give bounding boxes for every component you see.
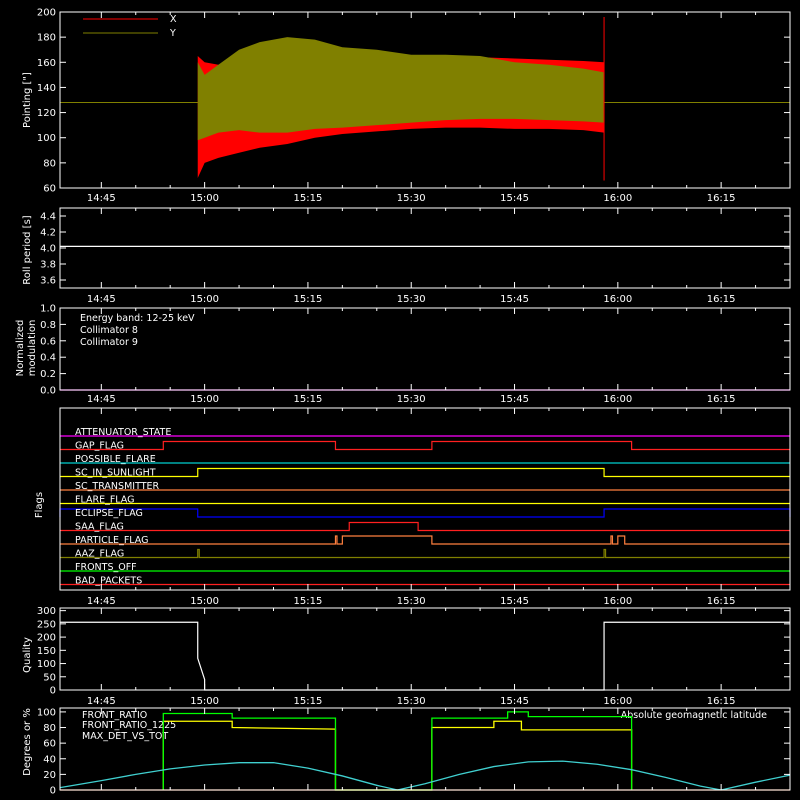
quality-ytick-label: 50 [43,672,56,683]
quality-xtick-label: 16:15 [707,696,736,707]
legend-max-det-vs-tot: MAX_DET_VS_TOT [82,731,168,742]
legend-y-label: Y [169,28,176,39]
flags-xtick-label: 16:00 [603,596,632,607]
pointing-ytick-label: 160 [37,58,56,69]
roll-ytick-label: 3.6 [40,276,56,287]
quality-xtick-label: 14:45 [87,696,116,707]
pointing-xtick-label: 15:00 [190,193,219,204]
modulation-ytick-label: 0.0 [40,386,56,397]
roll-xtick-label: 15:45 [500,294,529,305]
roll-xtick-label: 14:45 [87,294,116,305]
modulation-ytick-label: 0.6 [40,336,56,347]
quality-ytick-label: 0 [50,686,56,697]
collimator-8-annotation: Collimator 8 [80,325,138,336]
flag-label: POSSIBLE_FLARE [75,454,156,465]
modulation-ylabel-line2: modulation [27,320,38,377]
roll-ytick-label: 3.8 [40,260,56,271]
pointing-ytick-label: 80 [43,158,56,169]
ratios-ytick-label: 20 [43,770,56,781]
flag-label: BAD_PACKETS [75,576,142,587]
pointing-xtick-label: 15:45 [500,193,529,204]
pointing-ylabel: Pointing ["] [22,72,33,128]
roll-xtick-label: 16:00 [603,294,632,305]
flag-label: FRONTS_OFF [75,562,137,573]
modulation-xtick-label: 14:45 [87,394,116,405]
flags-xtick-label: 15:30 [397,596,426,607]
quality-panel: Quality [22,637,33,673]
roll-ytick-label: 4.4 [40,212,56,223]
flag-label: ECLIPSE_FLAG [75,508,143,519]
pointing-ytick-label: 180 [37,33,56,44]
pointing-xtick-label: 16:00 [603,193,632,204]
quality-xtick-label: 15:30 [397,696,426,707]
quality-xtick-label: 15:00 [190,696,219,707]
roll-xtick-label: 15:00 [190,294,219,305]
flags-panel: Flags [34,492,45,518]
ratios-ytick-label: 40 [43,754,56,765]
flag-label: SAA_FLAG [75,522,124,533]
roll-xtick-label: 15:15 [294,294,323,305]
pointing-ytick-label: 140 [37,83,56,94]
flags-xtick-label: 15:45 [500,596,529,607]
flags-xtick-label: 15:00 [190,596,219,607]
flag-label: ATTENUATOR_STATE [75,427,171,438]
pointing-xtick-label: 14:45 [87,193,116,204]
flags-ylabel: Flags [34,492,45,518]
flags-xtick-label: 15:15 [294,596,323,607]
quality-xtick-label: 15:45 [500,696,529,707]
pointing-ytick-label: 60 [43,184,56,195]
modulation-ytick-label: 1.0 [40,304,56,315]
quality-xtick-label: 15:15 [294,696,323,707]
flag-label: SC_IN_SUNLIGHT [75,468,156,479]
roll-ytick-label: 4.0 [40,244,56,255]
collimator-9-annotation: Collimator 9 [80,337,138,348]
flag-label: AAZ_FLAG [75,549,124,560]
modulation-xtick-label: 16:15 [707,394,736,405]
flag-label: SC_TRANSMITTER [75,481,160,492]
flag-label: PARTICLE_FLAG [75,535,148,546]
flags-xtick-label: 14:45 [87,596,116,607]
modulation-ytick-label: 0.2 [40,369,56,380]
roll-xtick-label: 15:30 [397,294,426,305]
ratios-ytick-label: 60 [43,739,56,750]
telemetry-plot: Pointing ["] X Y Roll period [s] Normali… [0,0,800,800]
roll-ylabel: Roll period [s] [22,215,33,284]
quality-ytick-label: 250 [37,619,56,630]
quality-ytick-label: 300 [37,606,56,617]
modulation-xtick-label: 15:00 [190,394,219,405]
quality-ylabel: Quality [22,637,33,673]
flags-xtick-label: 16:15 [707,596,736,607]
pointing-ytick-label: 100 [37,133,56,144]
flag-label: GAP_FLAG [75,441,124,452]
roll-ytick-label: 4.2 [40,228,56,239]
quality-ytick-label: 100 [37,659,56,670]
modulation-ylabel-line1: Normalized [15,320,26,377]
pointing-xtick-label: 16:15 [707,193,736,204]
quality-xtick-label: 16:00 [603,696,632,707]
modulation-xtick-label: 15:45 [500,394,529,405]
ratios-ylabel: Degrees or % [22,708,33,776]
pointing-xtick-label: 15:30 [397,193,426,204]
pointing-ytick-label: 120 [37,108,56,119]
modulation-ytick-label: 0.4 [40,353,56,364]
quality-ytick-label: 200 [37,633,56,644]
ratios-ytick-label: 80 [43,723,56,734]
modulation-ytick-label: 0.8 [40,320,56,331]
pointing-ytick-label: 200 [37,8,56,19]
legend-geomag-latitude: Absolute geomagnetic latitude [621,710,767,721]
roll-panel: Roll period [s] [22,215,33,284]
pointing-xtick-label: 15:15 [294,193,323,204]
ratios-ytick-label: 100 [37,707,56,718]
modulation-xtick-label: 15:30 [397,394,426,405]
modulation-xtick-label: 15:15 [294,394,323,405]
flag-label: FLARE_FLAG [75,495,135,506]
modulation-xtick-label: 16:00 [603,394,632,405]
roll-xtick-label: 16:15 [707,294,736,305]
quality-ytick-label: 150 [37,646,56,657]
ratios-ytick-label: 0 [50,786,56,797]
energy-band-annotation: Energy band: 12-25 keV [80,313,195,324]
legend-x-label: X [170,14,177,25]
legend-front-ratio-1225: FRONT_RATIO_1225 [82,720,176,731]
